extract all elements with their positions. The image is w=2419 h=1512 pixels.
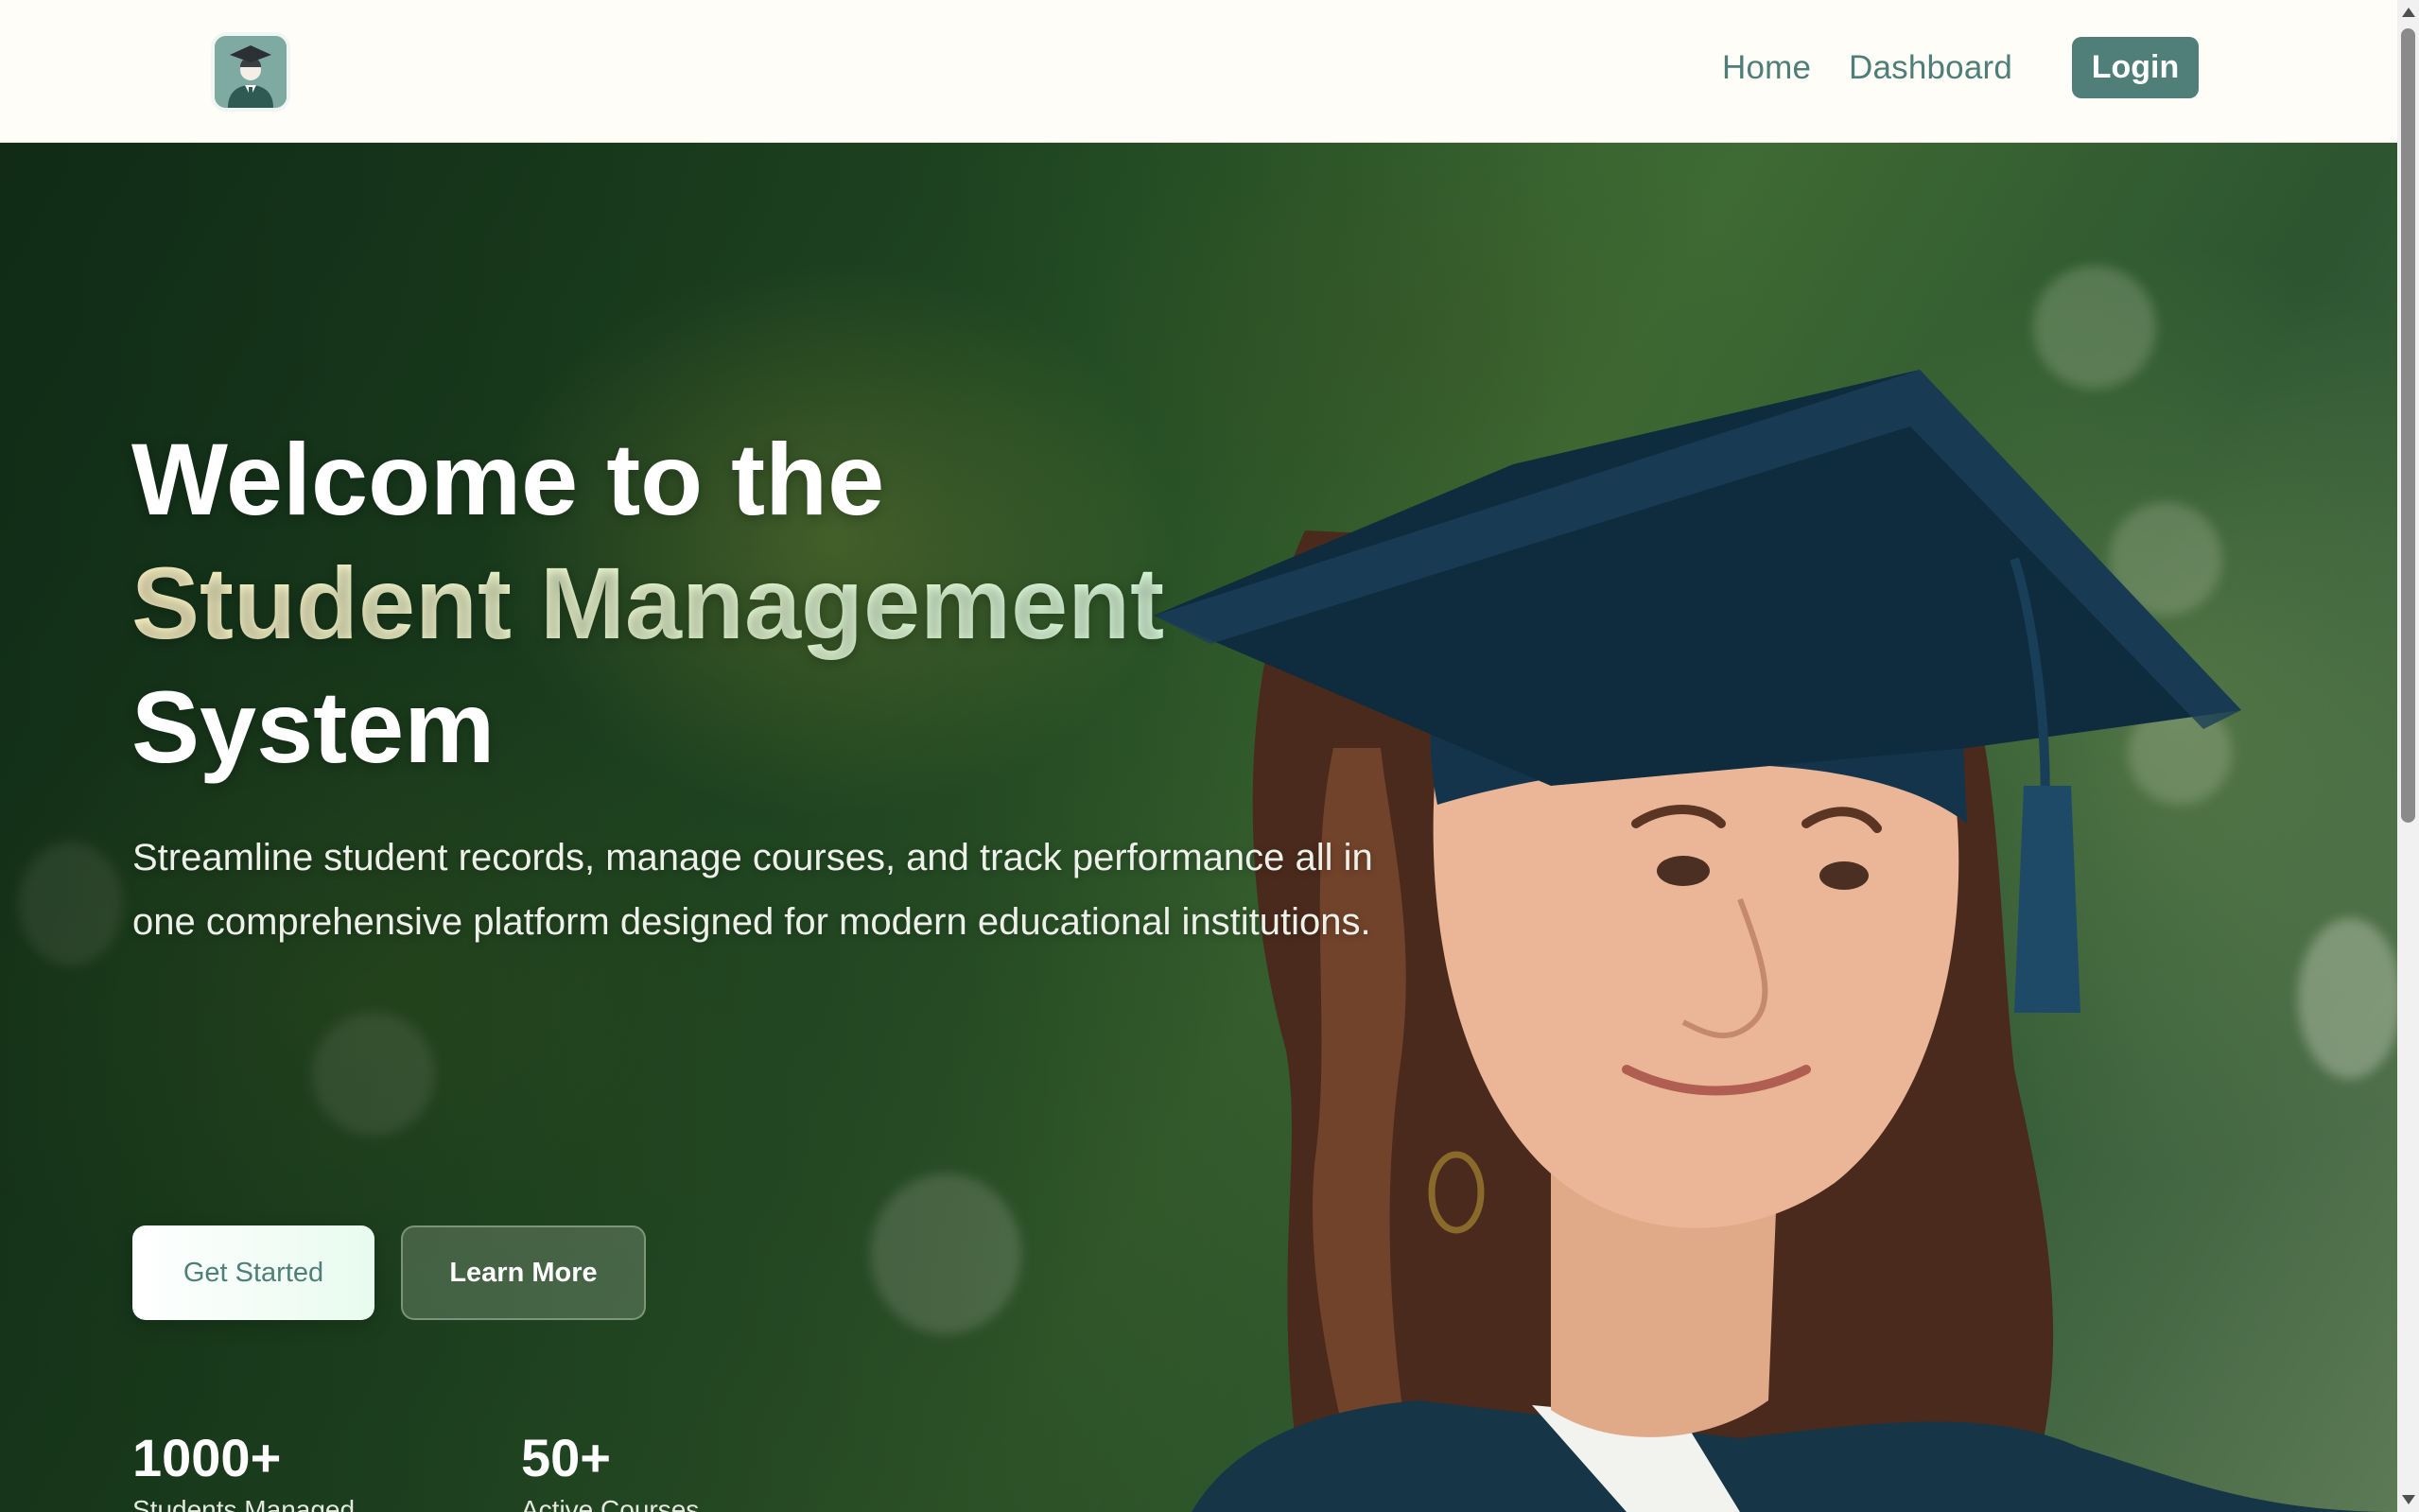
get-started-button[interactable]: Get Started — [132, 1225, 374, 1320]
vertical-scrollbar[interactable] — [2397, 0, 2419, 1512]
page: Home Dashboard Login Welcome to the Stud… — [0, 0, 2419, 1512]
hero-description: Streamline student records, manage cours… — [132, 837, 1373, 943]
login-button[interactable]: Login — [2072, 37, 2199, 98]
scroll-down-arrow-icon[interactable] — [2402, 1495, 2415, 1504]
scrollbar-thumb[interactable] — [2401, 28, 2415, 823]
scroll-up-arrow-icon[interactable] — [2402, 8, 2415, 17]
hero-section: Welcome to the Student Management System… — [0, 143, 2397, 1512]
stat-label: Active Courses — [521, 1495, 700, 1512]
stat-courses: 50+ Active Courses — [521, 1427, 699, 1512]
stat-value: 50+ — [521, 1428, 611, 1487]
stat-students: 1000+ Students Managed — [132, 1427, 355, 1512]
stat-label: Students Managed — [132, 1495, 356, 1512]
hero-title-highlight: Student Management — [131, 541, 1361, 665]
hero-title: Welcome to the Student Management System — [131, 417, 1361, 789]
graduate-avatar-icon[interactable] — [215, 36, 287, 108]
hero-title-line-3: System — [131, 669, 496, 784]
hero-title-line-1: Welcome to the — [131, 422, 885, 536]
navbar: Home Dashboard Login — [0, 0, 2397, 143]
nav-link-home[interactable]: Home — [1722, 49, 1811, 87]
learn-more-button[interactable]: Learn More — [401, 1225, 646, 1320]
stat-value: 1000+ — [132, 1428, 282, 1487]
nav-link-dashboard[interactable]: Dashboard — [1849, 49, 2012, 87]
